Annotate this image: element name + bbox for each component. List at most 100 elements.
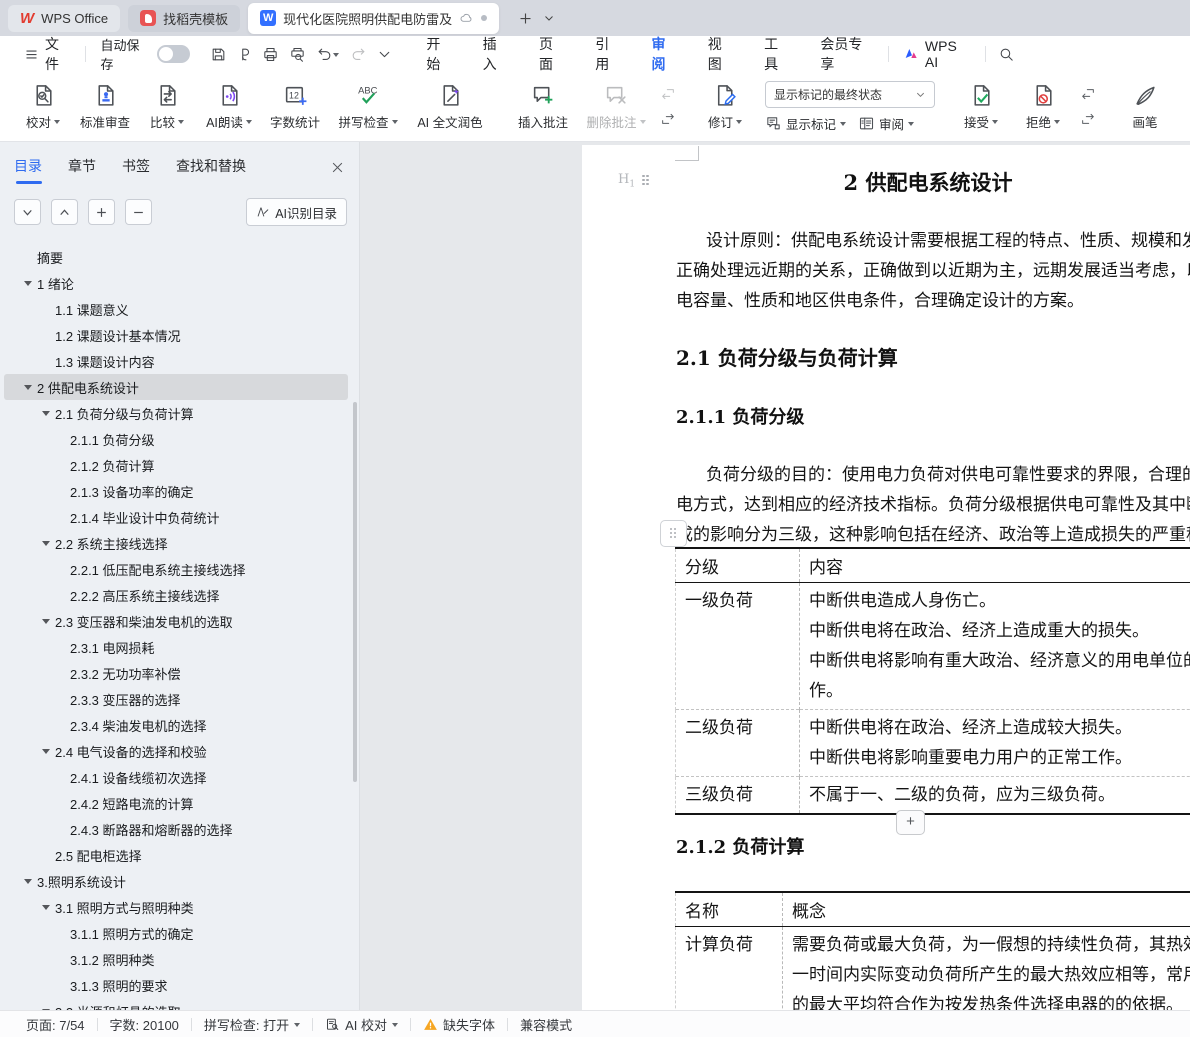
search-button[interactable] [994, 41, 1020, 67]
toc-item[interactable]: 2.4.3 断路器和熔断器的选择 [4, 816, 348, 842]
standard-review-button[interactable]: 标准审查 [75, 83, 135, 131]
collapse-arrow-icon[interactable] [42, 905, 50, 914]
toc-item[interactable]: 1.2 课题设计基本情况 [4, 322, 348, 348]
toc-item[interactable]: 2.2.1 低压配电系统主接线选择 [4, 556, 348, 582]
spell-check-button[interactable]: ABC 拼写检查 [331, 83, 405, 131]
toc-item[interactable]: 3.2 光源和灯具的选取 [4, 998, 348, 1010]
missing-font-warning[interactable]: 缺失字体 [411, 1015, 507, 1034]
ai-polish-button[interactable]: AI 全文润色 [407, 83, 493, 131]
document-table[interactable]: 分级内容一级负荷中断供电造成人身伤亡。中断供电将在政治、经济上造成重大的损失。中… [675, 547, 1190, 815]
ai-recognize-toc-button[interactable]: AI识别目录 [246, 198, 347, 226]
collapse-arrow-icon[interactable] [42, 541, 50, 550]
toc-item[interactable]: 摘要 [4, 244, 348, 270]
toc-item[interactable]: 2.3.1 电网损耗 [4, 634, 348, 660]
accept-button[interactable]: 接受 [951, 83, 1011, 131]
print-button[interactable] [258, 41, 284, 67]
markup-state-select[interactable]: 显示标记的最终状态 [765, 81, 935, 108]
close-sidebar-button[interactable] [330, 160, 345, 175]
next-change-button[interactable] [1077, 109, 1099, 129]
previous-change-button[interactable] [1077, 84, 1099, 104]
tab-chapters[interactable]: 章节 [68, 156, 96, 184]
template-tab[interactable]: 找稻壳模板 [128, 5, 240, 32]
wps-ai-button[interactable]: WPS AI [897, 38, 977, 70]
collapse-arrow-icon[interactable] [24, 281, 32, 290]
zoom-in-level-button[interactable] [88, 199, 115, 225]
toc-item[interactable]: 3.1.2 照明种类 [4, 946, 348, 972]
toc-item[interactable]: 2.5 配电柜选择 [4, 842, 348, 868]
tab-toc[interactable]: 目录 [14, 156, 42, 184]
toc-item[interactable]: 2.4 电气设备的选择和校验 [4, 738, 348, 764]
toc-item[interactable]: 3.照明系统设计 [4, 868, 348, 894]
document-heading-1[interactable]: 2 供配电系统设计 [676, 167, 1180, 197]
toc-item[interactable]: 2.3 变压器和柴油发电机的选取 [4, 608, 348, 634]
redo-button[interactable] [345, 41, 371, 67]
export-pdf-button[interactable] [232, 41, 258, 67]
toc-item[interactable]: 3.1.1 照明方式的确定 [4, 920, 348, 946]
show-markup-button[interactable]: 显示标记 [765, 114, 846, 133]
document-heading-2[interactable]: 2.1 负荷分级与负荷计算 [676, 342, 898, 371]
reviewing-pane-button[interactable]: 审阅 [858, 114, 914, 133]
compatibility-mode-indicator[interactable]: 兼容模式 [508, 1015, 584, 1034]
page-indicator[interactable]: 页面: 7/54 [14, 1015, 97, 1034]
tab-find-replace[interactable]: 查找和替换 [176, 156, 246, 184]
delete-comment-button[interactable]: 删除批注 [579, 83, 653, 131]
sidebar-scrollbar[interactable] [353, 402, 357, 782]
expand-down-button[interactable] [14, 199, 41, 225]
collapse-arrow-icon[interactable] [24, 879, 32, 888]
toc-item[interactable]: 2.1.4 毕业设计中负荷统计 [4, 504, 348, 530]
paragraph[interactable]: 负荷分级的目的：使用电力负荷对供电可靠性要求的界限，合理的电方式，达到相应的经济… [676, 460, 1190, 550]
toc-item[interactable]: 2.1.1 负荷分级 [4, 426, 348, 452]
spell-check-status[interactable]: 拼写检查: 打开 [192, 1015, 312, 1034]
word-count-indicator[interactable]: 字数: 20100 [98, 1015, 191, 1034]
collapse-up-button[interactable] [51, 199, 78, 225]
next-comment-button[interactable] [657, 109, 679, 129]
document-table[interactable]: 名称概念计算负荷需要负荷或最大负荷，为一假想的持续性负荷，其热效一时间内实际变动… [675, 891, 1190, 1010]
ai-proofread-status[interactable]: AI 校对 [313, 1015, 410, 1034]
toc-item[interactable]: 1 绪论 [4, 270, 348, 296]
paragraph[interactable]: 设计原则：供配电系统设计需要根据工程的特点、性质、规模和发展正确处理远近期的关系… [676, 226, 1190, 316]
toc-item[interactable]: 2.3.2 无功功率补偿 [4, 660, 348, 686]
word-count-button[interactable]: 12 字数统计 [261, 83, 329, 131]
collapse-ribbon-button[interactable] [371, 41, 397, 67]
document-heading-3[interactable]: 2.1.2 负荷计算 [676, 833, 804, 859]
toc-item[interactable]: 2.1.2 负荷计算 [4, 452, 348, 478]
toc-item[interactable]: 2 供配电系统设计 [4, 374, 348, 400]
autosave-toggle[interactable] [157, 45, 190, 63]
collapse-arrow-icon[interactable] [24, 385, 32, 394]
toc-item[interactable]: 2.3.3 变压器的选择 [4, 686, 348, 712]
table-drag-handle[interactable] [660, 520, 687, 547]
document-heading-3[interactable]: 2.1.1 负荷分级 [676, 403, 804, 429]
toc-item[interactable]: 1.3 课题设计内容 [4, 348, 348, 374]
toc-item[interactable]: 2.2 系统主接线选择 [4, 530, 348, 556]
compare-button[interactable]: 比较 [137, 83, 197, 131]
toc-item[interactable]: 2.4.2 短路电流的计算 [4, 790, 348, 816]
pen-button[interactable]: 画笔 [1115, 83, 1175, 131]
proofread-button[interactable]: 校对 [13, 83, 73, 131]
heading-level-marker[interactable]: H1 [618, 172, 650, 190]
zoom-out-level-button[interactable] [125, 199, 152, 225]
toc-item[interactable]: 2.1 负荷分级与负荷计算 [4, 400, 348, 426]
toc-item[interactable]: 2.2.2 高压系统主接线选择 [4, 582, 348, 608]
toc-item[interactable]: 3.1 照明方式与照明种类 [4, 894, 348, 920]
file-menu-button[interactable]: 文件 [18, 34, 77, 74]
toc-item[interactable]: 1.1 课题意义 [4, 296, 348, 322]
collapse-arrow-icon[interactable] [42, 749, 50, 758]
toc-item[interactable]: 2.3.4 柴油发电机的选择 [4, 712, 348, 738]
collapse-arrow-icon[interactable] [42, 411, 50, 420]
reject-button[interactable]: 拒绝 [1013, 83, 1073, 131]
wps-home-tab[interactable]: W WPS Office [8, 5, 120, 32]
undo-button[interactable] [310, 41, 345, 67]
tab-bookmarks[interactable]: 书签 [122, 156, 150, 184]
ai-read-button[interactable]: AI朗读 [199, 83, 259, 131]
toc-item[interactable]: 2.4.1 设备线缆初次选择 [4, 764, 348, 790]
previous-comment-button[interactable] [657, 84, 679, 104]
insert-comment-button[interactable]: 插入批注 [509, 83, 577, 131]
track-changes-button[interactable]: 修订 [695, 83, 755, 131]
drag-handle-icon[interactable] [642, 175, 650, 187]
toc-item[interactable]: 3.1.3 照明的要求 [4, 972, 348, 998]
add-table-row-button[interactable]: + [896, 810, 925, 835]
collapse-arrow-icon[interactable] [42, 619, 50, 628]
print-preview-button[interactable] [284, 41, 310, 67]
save-button[interactable] [206, 41, 232, 67]
toc-item[interactable]: 2.1.3 设备功率的确定 [4, 478, 348, 504]
